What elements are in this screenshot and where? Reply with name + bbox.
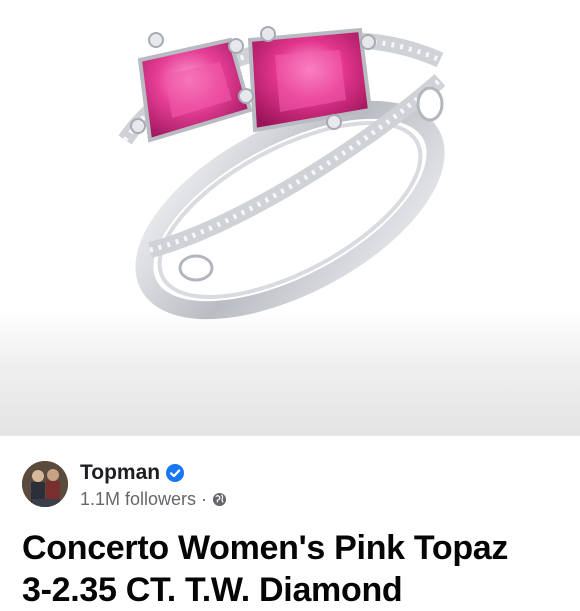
followers-count: 1.1M followers [80,489,197,509]
product-photo[interactable] [0,0,580,435]
post-title-line-1[interactable]: Concerto Women's Pink Topaz [22,527,572,569]
verified-badge-icon [166,464,185,482]
separator-dot: · [201,489,208,509]
divider [0,435,580,436]
followers-row: 1.1M followers · [80,489,227,510]
avatar[interactable] [22,461,68,507]
page-header: Topman 1.1M followers · [22,459,562,511]
ring-image [118,26,446,320]
post-title-line-2[interactable]: 3-2.35 CT. T.W. Diamond [22,569,572,611]
page-name-row: Topman [80,461,185,485]
globe-icon[interactable] [212,492,227,507]
gem-right [238,26,376,133]
gem-left [130,32,253,143]
page-name[interactable]: Topman [80,461,160,485]
